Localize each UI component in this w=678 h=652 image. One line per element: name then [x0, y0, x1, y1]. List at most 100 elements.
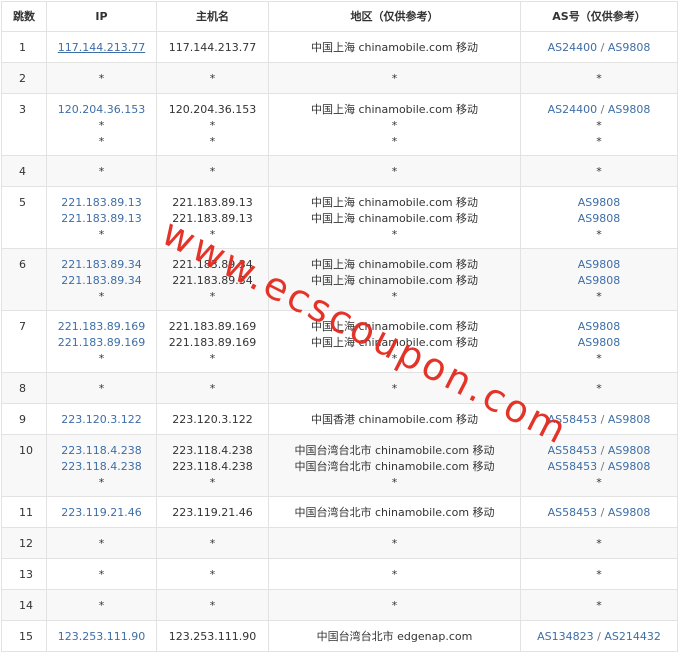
hop-number: 7	[1, 310, 47, 373]
as-number-link[interactable]: AS24400	[548, 41, 598, 54]
as-number-link[interactable]: AS9808	[608, 444, 651, 457]
as-number-link[interactable]: AS9808	[608, 41, 651, 54]
as-timeout: *	[596, 382, 602, 395]
region-cell: 中国香港 chinamobile.com 移动	[268, 403, 521, 435]
as-line: AS58453 / AS9808	[521, 443, 677, 459]
as-line: *	[521, 164, 677, 180]
hostname-cell: *	[156, 558, 269, 590]
as-number-link[interactable]: AS9808	[608, 506, 651, 519]
region-text: *	[391, 165, 398, 178]
as-number-link[interactable]: AS58453	[548, 460, 598, 473]
ip-link[interactable]: 221.183.89.34	[47, 273, 156, 289]
hop-number: 6	[1, 248, 47, 311]
hop-number: 8	[1, 372, 47, 404]
ip-timeout: *	[98, 352, 105, 365]
as-separator: /	[593, 630, 605, 643]
as-cell: AS24400 / AS9808 * *	[520, 93, 678, 156]
hostname-cell: 221.183.89.169 221.183.89.169 *	[156, 310, 269, 373]
ip-cell: 221.183.89.13 221.183.89.13 *	[46, 186, 157, 249]
as-timeout: *	[596, 135, 602, 148]
hop-number: 4	[1, 155, 47, 187]
table-row: 7 221.183.89.169 221.183.89.169 * 221.183.89…	[1, 310, 678, 373]
ip-link[interactable]: 221.183.89.13	[47, 195, 156, 211]
region-cell: 中国上海 chinamobile.com 移动 * *	[268, 93, 521, 156]
as-number-link[interactable]: AS9808	[578, 196, 621, 209]
ip-timeout: *	[98, 568, 105, 581]
as-number-link[interactable]: AS58453	[548, 444, 598, 457]
ip-link[interactable]: 223.120.3.122	[47, 412, 156, 428]
hostname-text: *	[209, 599, 216, 612]
ip-timeout: *	[98, 72, 105, 85]
hostname-text: *	[209, 165, 216, 178]
hostname-text: 221.183.89.13	[172, 196, 253, 209]
ip-link[interactable]: 120.204.36.153	[47, 102, 156, 118]
table-row: 11 223.119.21.46 223.119.21.46 中国台湾台北市 chin…	[1, 496, 678, 528]
as-cell: *	[520, 589, 678, 621]
as-timeout: *	[596, 599, 602, 612]
as-timeout: *	[596, 290, 602, 303]
hop-number: 9	[1, 403, 47, 435]
as-line: *	[521, 598, 677, 614]
hop-number: 2	[1, 62, 47, 94]
as-number-link[interactable]: AS9808	[578, 212, 621, 225]
as-number-link[interactable]: AS9808	[578, 274, 621, 287]
as-number-link[interactable]: AS134823	[537, 630, 594, 643]
hop-number: 3	[1, 93, 47, 156]
as-separator: /	[597, 444, 608, 457]
as-cell: AS58453 / AS9808	[520, 496, 678, 528]
region-text: *	[391, 290, 398, 303]
hostname-cell: *	[156, 527, 269, 559]
ip-link[interactable]: 221.183.89.169	[47, 319, 156, 335]
ip-cell: 123.253.111.90	[46, 620, 157, 652]
ip-link[interactable]: 123.253.111.90	[47, 629, 156, 645]
header-hop: 跳数	[1, 1, 47, 32]
ip-link[interactable]: 223.118.4.238	[47, 459, 156, 475]
as-number-link[interactable]: AS214432	[604, 630, 661, 643]
as-number-link[interactable]: AS58453	[548, 506, 598, 519]
hostname-cell: *	[156, 589, 269, 621]
ip-link[interactable]: 117.144.213.77	[47, 40, 156, 56]
as-number-link[interactable]: AS24400	[548, 103, 598, 116]
as-cell: AS58453 / AS9808 AS58453 / AS9808 *	[520, 434, 678, 497]
region-text: *	[391, 352, 398, 365]
region-cell: 中国上海 chinamobile.com 移动 中国上海 chinamobile.…	[268, 310, 521, 373]
ip-link[interactable]: 223.118.4.238	[47, 443, 156, 459]
ip-timeout: *	[98, 476, 105, 489]
region-text: *	[391, 537, 398, 550]
table-row: 10 223.118.4.238 223.118.4.238 * 223.118.4.2…	[1, 434, 678, 497]
region-text: 中国上海 chinamobile.com 移动	[310, 274, 479, 287]
as-number-link[interactable]: AS9808	[578, 258, 621, 271]
hostname-cell: *	[156, 372, 269, 404]
region-text: 中国上海 chinamobile.com 移动	[310, 258, 479, 271]
as-timeout: *	[596, 352, 602, 365]
region-cell: *	[268, 62, 521, 94]
ip-link[interactable]: 221.183.89.169	[47, 335, 156, 351]
header-as-number: AS号（仅供参考）	[520, 1, 678, 32]
region-text: *	[391, 135, 398, 148]
ip-cell: *	[46, 589, 157, 621]
hostname-text: 221.183.89.34	[172, 274, 253, 287]
as-number-link[interactable]: AS9808	[608, 103, 651, 116]
as-number-link[interactable]: AS9808	[578, 320, 621, 333]
ip-timeout: *	[98, 599, 105, 612]
as-number-link[interactable]: AS9808	[578, 336, 621, 349]
as-number-link[interactable]: AS9808	[608, 460, 651, 473]
as-number-link[interactable]: AS9808	[608, 413, 651, 426]
region-text: *	[391, 72, 398, 85]
as-timeout: *	[596, 72, 602, 85]
as-number-link[interactable]: AS58453	[548, 413, 598, 426]
ip-timeout: *	[98, 119, 105, 132]
ip-link[interactable]: 221.183.89.34	[47, 257, 156, 273]
hostname-cell: 223.119.21.46	[156, 496, 269, 528]
ip-link[interactable]: 223.119.21.46	[47, 505, 156, 521]
as-timeout: *	[596, 228, 602, 241]
ip-cell: 221.183.89.34 221.183.89.34 *	[46, 248, 157, 311]
hostname-cell: 223.118.4.238 223.118.4.238 *	[156, 434, 269, 497]
hop-number: 12	[1, 527, 47, 559]
ip-link[interactable]: 221.183.89.13	[47, 211, 156, 227]
hostname-text: *	[209, 537, 216, 550]
hostname-cell: 221.183.89.34 221.183.89.34 *	[156, 248, 269, 311]
ip-cell: 223.118.4.238 223.118.4.238 *	[46, 434, 157, 497]
region-text: 中国上海 chinamobile.com 移动	[310, 320, 479, 333]
as-line: AS9808	[521, 195, 677, 211]
